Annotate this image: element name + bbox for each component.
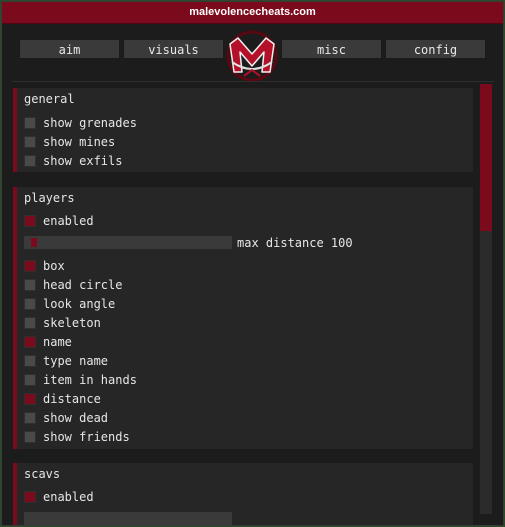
checkbox[interactable]: [24, 412, 36, 424]
tab-visuals[interactable]: visuals: [123, 39, 224, 59]
checkbox-row-item-in-hands[interactable]: item in hands: [24, 372, 137, 388]
checkbox[interactable]: [24, 336, 36, 348]
scrollbar-thumb[interactable]: [480, 84, 492, 231]
scavs-distance-slider[interactable]: [24, 512, 232, 525]
tab-aim[interactable]: aim: [19, 39, 120, 59]
checkbox-label: enabled: [43, 214, 94, 228]
checkbox[interactable]: [24, 155, 36, 167]
checkbox-label: skeleton: [43, 316, 101, 330]
checkbox-label: item in hands: [43, 373, 137, 387]
checkbox-label: distance: [43, 392, 101, 406]
checkbox-label: show dead: [43, 411, 109, 425]
checkbox-label: show exfils: [43, 154, 123, 168]
checkbox-row-distance[interactable]: distance: [24, 391, 101, 407]
scrollbar[interactable]: [480, 84, 492, 514]
header-divider: [12, 81, 494, 82]
checkbox-label: show friends: [43, 430, 130, 444]
checkbox-label: head circle: [43, 278, 123, 292]
checkbox-label: name: [43, 335, 72, 349]
checkbox[interactable]: [24, 393, 36, 405]
checkbox-label: look angle: [43, 297, 116, 311]
window-title: malevolencecheats.com: [2, 2, 503, 24]
section-title-scavs: scavs: [24, 467, 61, 481]
tab-misc[interactable]: misc: [281, 39, 382, 59]
checkbox[interactable]: [24, 317, 36, 329]
checkbox-label: show grenades: [43, 116, 137, 130]
section-players: players enabled max distance 100 box hea…: [13, 187, 473, 449]
section-scavs: scavs enabled: [13, 463, 473, 525]
cheat-menu-window: malevolencecheats.com aim visuals misc c…: [1, 1, 504, 526]
section-title-players: players: [24, 191, 75, 205]
checkbox-row-show-grenades[interactable]: show grenades: [24, 115, 137, 131]
checkbox[interactable]: [24, 298, 36, 310]
checkbox[interactable]: [24, 215, 36, 227]
checkbox-row-box[interactable]: box: [24, 258, 65, 274]
checkbox-label: show mines: [43, 135, 116, 149]
checkbox-row-show-dead[interactable]: show dead: [24, 410, 108, 426]
checkbox[interactable]: [24, 491, 36, 503]
checkbox-row-head-circle[interactable]: head circle: [24, 277, 122, 293]
checkbox[interactable]: [24, 279, 36, 291]
max-distance-slider[interactable]: [24, 236, 232, 249]
tab-config[interactable]: config: [385, 39, 486, 59]
checkbox-row-type-name[interactable]: type name: [24, 353, 108, 369]
checkbox-label: enabled: [43, 490, 94, 504]
section-title-general: general: [24, 92, 75, 106]
checkbox[interactable]: [24, 431, 36, 443]
checkbox-row-show-mines[interactable]: show mines: [24, 134, 115, 150]
checkbox[interactable]: [24, 260, 36, 272]
section-general: general show grenades show mines show ex…: [13, 88, 473, 172]
checkbox-row-look-angle[interactable]: look angle: [24, 296, 115, 312]
checkbox[interactable]: [24, 117, 36, 129]
slider-handle[interactable]: [31, 238, 37, 247]
checkbox[interactable]: [24, 355, 36, 367]
checkbox-row-show-exfils[interactable]: show exfils: [24, 153, 122, 169]
slider-label: max distance 100: [237, 236, 353, 250]
checkbox[interactable]: [24, 136, 36, 148]
checkbox-row-scavs-enabled[interactable]: enabled: [24, 489, 94, 505]
malevolence-logo-icon: [226, 30, 278, 82]
checkbox-row-name[interactable]: name: [24, 334, 72, 350]
checkbox[interactable]: [24, 374, 36, 386]
checkbox-row-show-friends[interactable]: show friends: [24, 429, 130, 445]
checkbox-label: box: [43, 259, 65, 273]
checkbox-row-skeleton[interactable]: skeleton: [24, 315, 101, 331]
checkbox-row-players-enabled[interactable]: enabled: [24, 213, 94, 229]
checkbox-label: type name: [43, 354, 109, 368]
